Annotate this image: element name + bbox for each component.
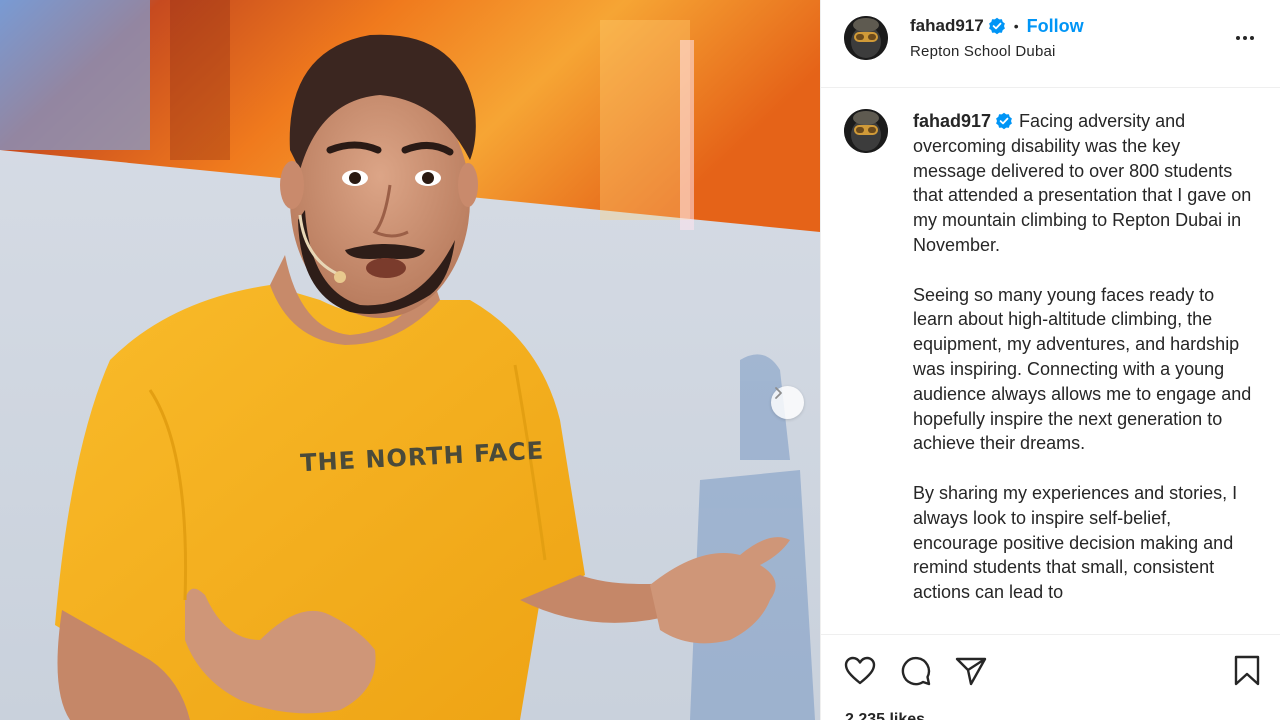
avatar-image: [844, 109, 888, 153]
more-options-icon[interactable]: [1233, 28, 1257, 48]
caption-paragraph-3: By sharing my experiences and stories, I…: [913, 482, 1238, 603]
likes-count[interactable]: 2,235 likes: [845, 711, 925, 720]
heart-icon[interactable]: [843, 654, 877, 688]
post-actions: 2,235 likes: [821, 634, 1280, 720]
avatar-image: [844, 16, 888, 60]
separator-dot: •: [1013, 18, 1019, 34]
caption-scroll-area[interactable]: fahad917 Facing adversity and overcoming …: [821, 89, 1280, 634]
verified-badge-icon: [995, 112, 1013, 130]
share-icon[interactable]: [954, 654, 988, 688]
caption-paragraph-2: Seeing so many young faces ready to lear…: [913, 284, 1252, 454]
caption-paragraph-1: Facing adversity and overcoming disabili…: [913, 111, 1252, 255]
caption-paragraph: fahad917 Facing adversity and overcoming …: [913, 109, 1253, 258]
username-link[interactable]: fahad917: [910, 16, 984, 36]
verified-badge-icon: [988, 17, 1006, 35]
post-sidebar: fahad917 • Follow Repton School Dubai fa…: [820, 0, 1280, 720]
carousel-next-button[interactable]: [771, 386, 804, 419]
bookmark-icon[interactable]: [1230, 654, 1264, 688]
post-photo: THE NORTH FACE: [0, 0, 820, 720]
chevron-right-icon: [775, 387, 782, 399]
location-link[interactable]: Repton School Dubai: [910, 43, 1056, 60]
post-media[interactable]: THE NORTH FACE: [0, 0, 820, 720]
caption-username-link[interactable]: fahad917: [913, 111, 991, 131]
post-header: fahad917 • Follow Repton School Dubai: [821, 0, 1280, 88]
comment-icon[interactable]: [899, 654, 933, 688]
avatar[interactable]: [844, 16, 888, 60]
header-user-row: fahad917 • Follow: [910, 15, 1084, 37]
caption-avatar[interactable]: [844, 109, 888, 153]
follow-button[interactable]: Follow: [1027, 16, 1084, 37]
post-caption: fahad917 Facing adversity and overcoming …: [913, 109, 1253, 630]
